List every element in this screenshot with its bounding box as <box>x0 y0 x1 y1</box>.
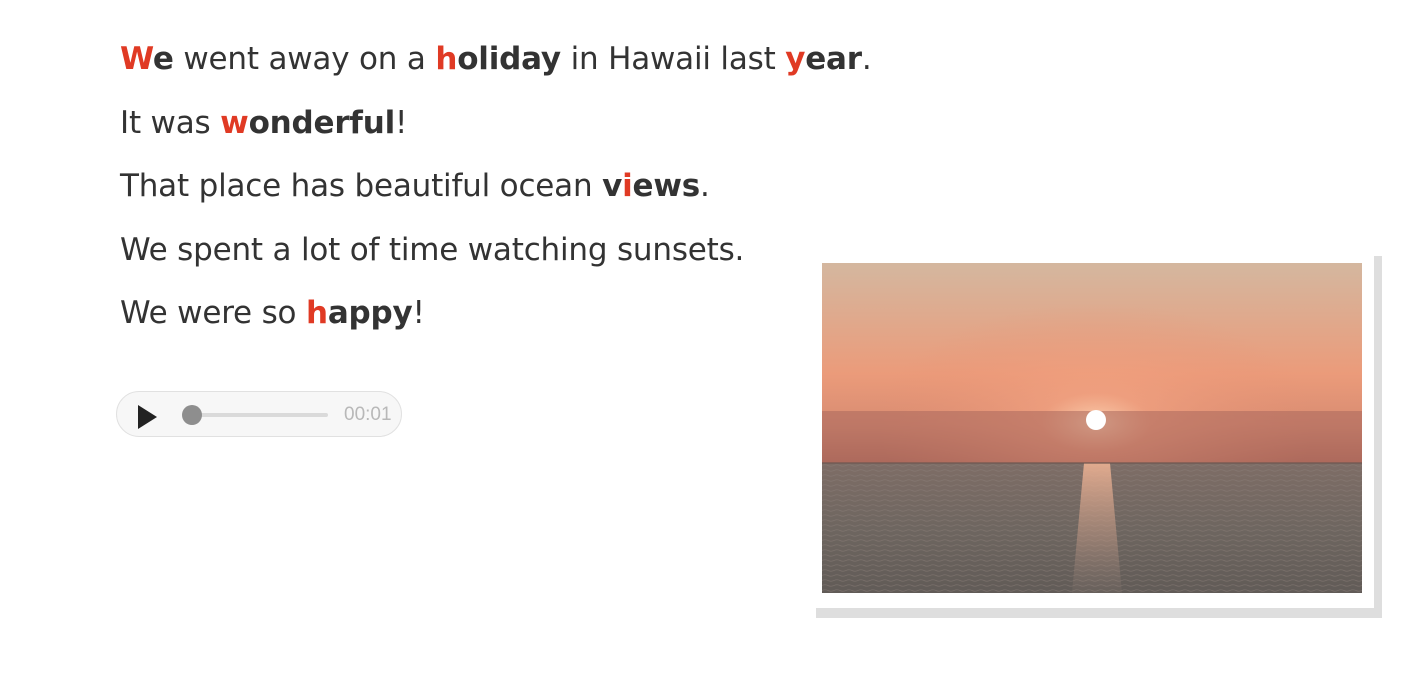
keyword-highlight-letter: W <box>120 41 153 77</box>
keyword: wonderful <box>220 105 395 141</box>
sentence-text: We spent a lot of time watching sunsets. <box>120 231 745 268</box>
sentence-text: ! <box>412 295 425 331</box>
keyword-highlight-letter: y <box>785 41 806 77</box>
sentence-text: It was <box>120 104 221 141</box>
audio-player[interactable]: 00:01 <box>116 391 402 437</box>
sentence-list: We went away on a holiday in Hawaii last… <box>120 36 872 354</box>
progress-track[interactable] <box>182 405 328 425</box>
sentence-text: That place has beautiful ocean <box>120 168 603 204</box>
keyword: year <box>785 41 862 77</box>
keyword: holiday <box>435 41 561 77</box>
keyword-highlight-letter: h <box>305 295 328 331</box>
keyword-rest: e <box>152 41 174 77</box>
sentence-text: ! <box>395 104 408 141</box>
keyword-highlight-letter: i <box>622 168 633 204</box>
sentence-line: That place has beautiful ocean views. <box>120 163 872 227</box>
play-icon <box>138 405 157 429</box>
sentence-text: . <box>861 41 872 77</box>
sentence-line: We went away on a holiday in Hawaii last… <box>120 36 872 100</box>
sentence-line: We spent a lot of time watching sunsets. <box>120 227 872 291</box>
sentence-text: . <box>700 168 710 204</box>
sentence-text: went away on a <box>173 41 436 77</box>
keyword-rest: ews <box>632 168 701 204</box>
progress-thumb[interactable] <box>182 405 203 425</box>
horizon-line <box>822 462 1362 464</box>
sentence-text: We were so <box>120 295 306 331</box>
keyword-rest: ear <box>805 41 862 77</box>
keyword-rest: appy <box>327 295 413 331</box>
sentence-line: We were so happy! <box>120 290 872 354</box>
sentence-line: It was wonderful! <box>120 100 872 164</box>
sunset-photo <box>822 263 1362 593</box>
keyword-highlight-letter: w <box>220 104 249 141</box>
keyword-rest: onderful <box>248 104 396 141</box>
time-display: 00:01 <box>344 404 392 425</box>
play-button[interactable] <box>137 405 157 429</box>
keyword: views <box>602 168 700 204</box>
keyword-highlight-letter: h <box>435 41 458 77</box>
keyword-rest: oliday <box>457 41 561 77</box>
keyword-prefix: v <box>602 168 623 204</box>
sentence-text: in Hawaii last <box>560 41 786 77</box>
keyword: happy <box>306 295 413 331</box>
keyword: We <box>120 41 174 77</box>
sun <box>1086 410 1106 430</box>
